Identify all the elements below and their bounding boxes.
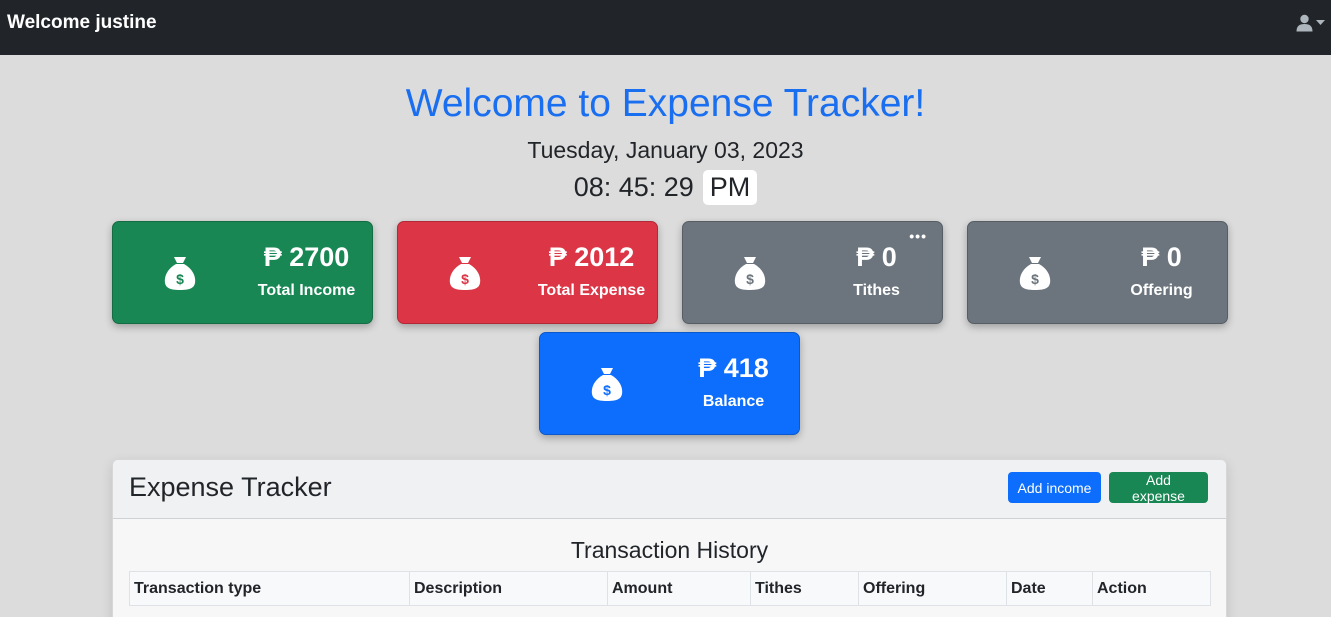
svg-text:$: $	[1031, 271, 1039, 287]
user-icon	[1296, 14, 1313, 32]
tithes-amount: ₱ 0	[856, 242, 897, 272]
user-menu-toggle[interactable]	[1296, 14, 1325, 32]
svg-text:$: $	[603, 382, 611, 398]
navbar-brand[interactable]: Welcome justine	[7, 12, 157, 34]
current-date: Tuesday, January 03, 2023	[527, 137, 804, 163]
panel-header: Expense Tracker Add income Add expense	[113, 460, 1226, 519]
top-navbar: Welcome justine	[0, 0, 1331, 55]
balance-label: Balance	[702, 393, 765, 410]
column-header-date[interactable]: Date	[1006, 571, 1093, 606]
expense-tracker-panel: Expense Tracker Add income Add expense T…	[112, 459, 1227, 617]
balance-card: $ ₱ 418 Balance	[539, 332, 800, 435]
offering-amount: ₱ 0	[1141, 242, 1182, 272]
panel-title: Expense Tracker	[129, 472, 332, 502]
money-bag-icon: $	[164, 257, 196, 290]
expense-amount: ₱ 2012	[548, 242, 635, 272]
transaction-history-title: Transaction History	[570, 537, 769, 563]
income-amount: ₱ 2700	[263, 242, 350, 272]
clock-time: 08: 45: 29	[573, 172, 694, 202]
money-bag-icon: $	[449, 257, 481, 290]
expense-label: Total Expense	[537, 282, 646, 299]
money-bag-icon: $	[734, 257, 766, 290]
add-expense-button[interactable]: Add expense	[1109, 472, 1208, 504]
offering-card: $ ₱ 0 Offering	[967, 221, 1228, 324]
caret-down-icon	[1316, 20, 1325, 25]
table-header-row: Transaction type Description Amount Tith…	[129, 571, 1211, 606]
balance-amount: ₱ 418	[698, 353, 769, 383]
total-expense-card: $ ₱ 2012 Total Expense	[397, 221, 658, 324]
money-bag-icon: $	[1019, 257, 1051, 290]
offering-label: Offering	[1130, 282, 1193, 299]
column-header-description[interactable]: Description	[409, 571, 608, 606]
total-income-card: $ ₱ 2700 Total Income	[112, 221, 373, 324]
tithes-label: Tithes	[853, 282, 900, 299]
income-label: Total Income	[257, 282, 356, 299]
column-header-transaction-type[interactable]: Transaction type	[129, 571, 410, 606]
transaction-table: Transaction type Description Amount Tith…	[129, 571, 1211, 606]
svg-text:$: $	[176, 271, 184, 287]
money-bag-icon: $	[591, 368, 623, 401]
svg-text:$: $	[746, 271, 754, 287]
clock-ampm: PM	[702, 170, 758, 205]
column-header-amount[interactable]: Amount	[607, 571, 751, 606]
clock: 08: 45: 29 PM	[0, 170, 1331, 205]
column-header-offering[interactable]: Offering	[858, 571, 1007, 606]
add-income-button[interactable]: Add income	[1008, 472, 1101, 503]
column-header-action[interactable]: Action	[1092, 571, 1211, 606]
tithes-card: ••• $ ₱ 0 Tithes	[682, 221, 943, 324]
svg-text:$: $	[461, 271, 469, 287]
page-title: Welcome to Expense Tracker!	[405, 82, 926, 125]
column-header-tithes[interactable]: Tithes	[750, 571, 859, 606]
